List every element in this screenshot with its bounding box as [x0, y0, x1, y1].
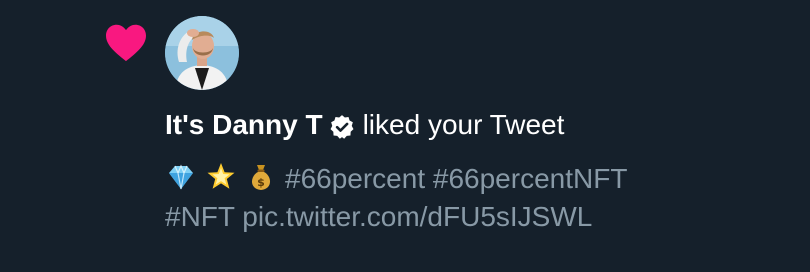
glowing-star-emoji — [205, 161, 237, 193]
gem-emoji — [165, 161, 197, 193]
like-notification[interactable]: It's Danny T liked your Tweet $ #66perce… — [0, 0, 810, 272]
money-bag-emoji: $ — [245, 161, 277, 193]
verified-badge-icon — [329, 112, 355, 139]
action-text: liked your Tweet — [362, 109, 565, 140]
notification-headline: It's Danny T liked your Tweet — [165, 106, 564, 144]
tweet-line-2: #NFT pic.twitter.com/dFU5sIJSWL — [165, 201, 593, 232]
tweet-line-1: #66percent #66percentNFT — [285, 163, 628, 194]
author-name[interactable]: It's Danny T — [165, 106, 323, 144]
svg-text:$: $ — [257, 176, 265, 189]
heart-icon — [104, 22, 148, 62]
avatar[interactable] — [165, 16, 239, 90]
tweet-text[interactable]: $ #66percent #66percentNFT #NFT pic.twit… — [165, 160, 785, 236]
